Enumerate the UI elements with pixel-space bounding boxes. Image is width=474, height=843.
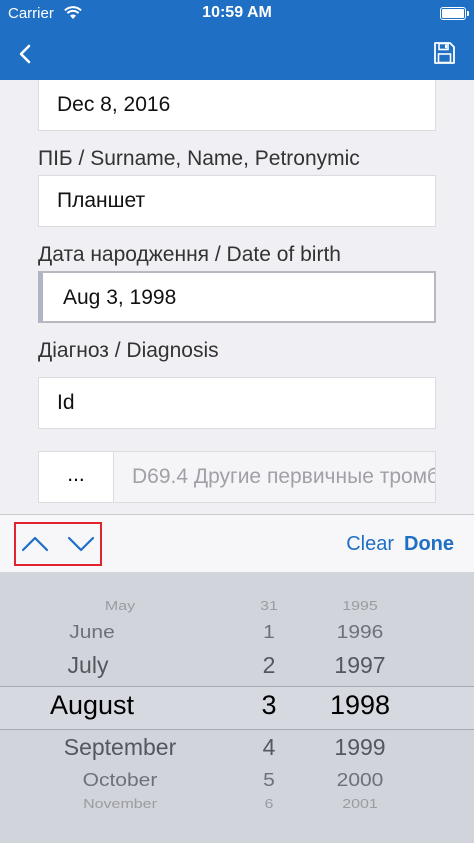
picker-month: June: [69, 621, 115, 643]
form: Dec 8, 2016 ПІБ / Surname, Name, Petrony…: [0, 80, 474, 514]
picker-month: July: [67, 652, 109, 678]
dob-label: Дата народження / Date of birth: [38, 243, 341, 266]
clear-button[interactable]: Clear: [346, 533, 394, 556]
picker-row[interactable]: November 6 2001: [0, 798, 474, 826]
picker-year: 1995: [342, 599, 378, 614]
clock: 10:59 AM: [202, 4, 272, 21]
picker-year: 1997: [334, 652, 386, 678]
chevron-left-icon[interactable]: [14, 42, 38, 66]
diagnosis-code-field[interactable]: D69.4 Другие первичные тромбоцитопении: [114, 451, 436, 503]
date-field[interactable]: Dec 8, 2016: [38, 80, 436, 131]
picker-year-selected: 1998: [329, 690, 391, 720]
chevron-down-icon[interactable]: [66, 532, 96, 556]
picker-month: November: [83, 797, 157, 812]
picker-row[interactable]: September 4 1999: [0, 734, 474, 770]
navigation-bar: [0, 28, 474, 80]
picker-day: 4: [262, 734, 276, 760]
dob-field[interactable]: Aug 3, 1998: [38, 271, 436, 323]
picker-day: 6: [264, 797, 274, 812]
picker-year: 1999: [334, 734, 386, 760]
name-field[interactable]: Планшет: [38, 175, 436, 227]
diagnosis-label: Діагноз / Diagnosis: [38, 339, 219, 362]
picker-month: October: [82, 769, 158, 791]
picker-month-selected: August: [49, 690, 135, 720]
picker-month: May: [104, 599, 136, 614]
picker-year: 2000: [336, 769, 384, 791]
picker-row[interactable]: July 2 1997: [0, 652, 474, 688]
picker-row-selected[interactable]: August 3 1998: [0, 690, 474, 726]
battery-icon: [440, 7, 469, 20]
keyboard-toolbar: Clear Done: [0, 514, 474, 572]
picker-day-selected: 3: [261, 690, 277, 720]
picker-month: September: [63, 734, 177, 760]
picker-day: 1: [263, 621, 275, 643]
diagnosis-field[interactable]: Id: [38, 377, 436, 429]
picker-day: 5: [263, 769, 275, 791]
done-button[interactable]: Done: [404, 533, 454, 556]
picker-day: 2: [262, 652, 276, 678]
chevron-up-icon[interactable]: [20, 532, 50, 556]
status-bar: Carrier 10:59 AM: [0, 0, 474, 28]
date-picker[interactable]: May 31 1995 June 1 1996 July 2 1997 Augu…: [0, 572, 474, 843]
picker-year: 1996: [336, 621, 384, 643]
name-label: ПІБ / Surname, Name, Petronymic: [38, 147, 360, 170]
code-select-button[interactable]: ...: [38, 451, 114, 503]
picker-row[interactable]: June 1 1996: [0, 622, 474, 654]
picker-day: 31: [260, 599, 278, 614]
floppy-disk-icon[interactable]: [432, 41, 456, 65]
field-navigation-highlight: [14, 522, 102, 566]
picker-year: 2001: [342, 797, 378, 812]
